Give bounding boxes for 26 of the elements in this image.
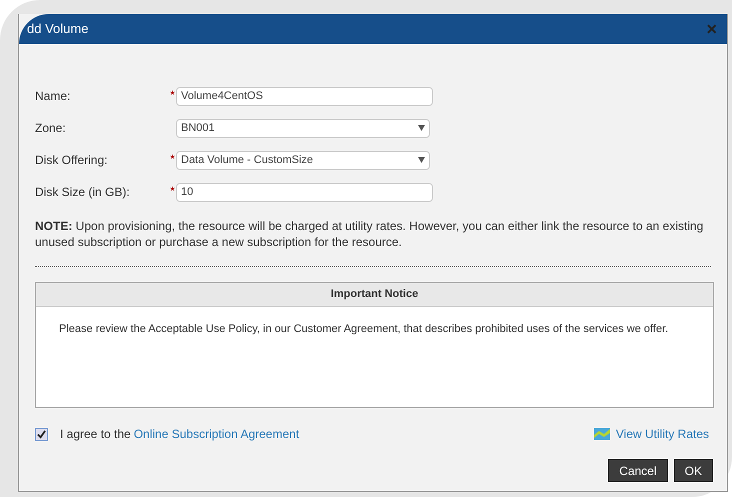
note-text: NOTE: Upon provisioning, the resource will be charged at utility rates. However, you can either link the resource to an existing unused subscription or purchase a new subscription for the resource. [35,218,704,250]
caret-icon [418,125,425,131]
field-label: Disk Offering: [35,152,108,169]
select-value: BN001 [181,120,215,136]
input-field[interactable]: 10 [176,182,433,202]
input-field[interactable]: Volume4CentOS [176,86,433,106]
field-label: Disk Size (in GB): [35,184,131,201]
dialog-button[interactable]: OK [674,459,713,482]
select-field[interactable]: Data Volume - CustomSize [176,150,430,170]
rates-link[interactable]: View Utility Rates [616,425,709,443]
caret-icon [418,157,425,163]
dialog-title: dd Volume [27,20,88,38]
required-icon [170,186,175,192]
field-label: Zone: [35,120,67,137]
chart-icon [594,428,610,440]
dialog-button[interactable]: Cancel [608,459,668,482]
required-icon [170,90,175,96]
required-icon [170,154,175,160]
agreement-text: I agree to the [60,426,131,443]
field-label: Name: [35,88,72,105]
notice-text: Please review the Acceptable Use Policy, in our Customer Agreement, that describes prohibited uses of the services we offer. [58,322,670,337]
notice-title: Important Notice [36,283,713,307]
checkbox[interactable] [35,428,48,440]
select-field[interactable]: BN001 [176,118,430,138]
select-value: Data Volume - CustomSize [181,152,314,168]
agreement-link[interactable]: Online Subscription Agreement [134,425,300,443]
